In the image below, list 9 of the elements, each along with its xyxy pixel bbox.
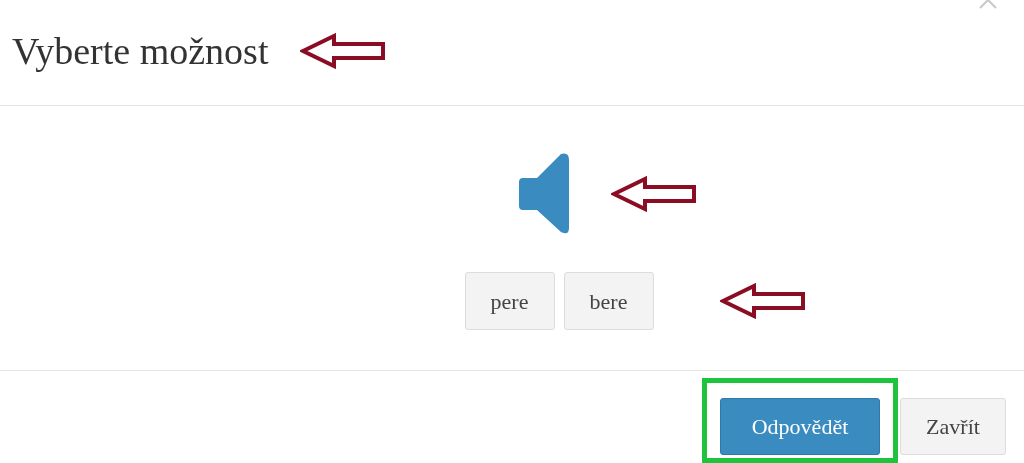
option-button[interactable]: bere	[563, 272, 654, 330]
close-button[interactable]: Zavřít	[900, 398, 1006, 455]
dialog-title: Vyberte možnost	[12, 31, 269, 70]
arrow-annotation-icon	[611, 176, 697, 212]
answer-button[interactable]: Odpovědět	[720, 398, 880, 455]
arrow-annotation-icon	[719, 283, 806, 319]
option-button[interactable]: pere	[464, 272, 555, 330]
speaker-icon[interactable]	[517, 152, 571, 236]
arrow-annotation-icon	[300, 32, 387, 69]
